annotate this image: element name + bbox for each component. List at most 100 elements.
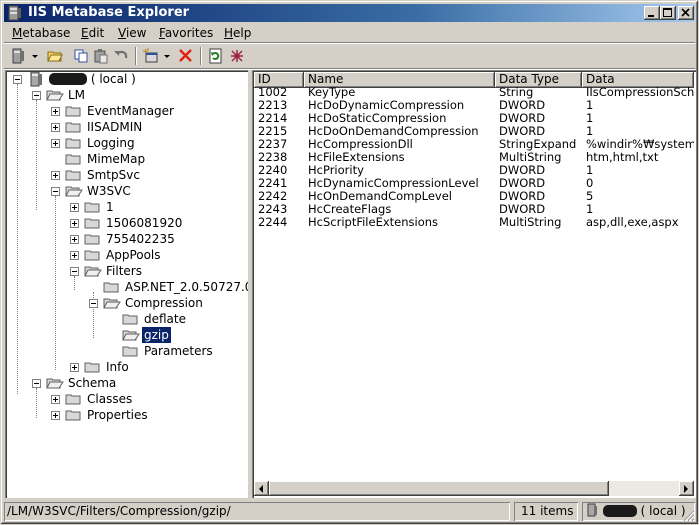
- tree-node-deflate[interactable]: deflate: [108, 311, 248, 327]
- refresh-button[interactable]: [207, 47, 225, 65]
- menu-help[interactable]: Help: [220, 25, 255, 41]
- tree-node-site-755402235[interactable]: 755402235: [70, 231, 246, 247]
- expand-icon[interactable]: [51, 139, 60, 148]
- tree-node-properties[interactable]: Properties: [51, 407, 246, 423]
- close-button[interactable]: [678, 6, 694, 20]
- tree-node-w3svc[interactable]: W3SVC: [51, 183, 246, 199]
- tree-node-apppools[interactable]: AppPools: [70, 247, 246, 263]
- tree-node-site-1506081920[interactable]: 1506081920: [70, 215, 246, 231]
- status-bar: /LM/W3SVC/Filters/Compression/gzip/ 11 i…: [4, 501, 695, 522]
- scrollbar-thumb[interactable]: [269, 481, 609, 496]
- folder-icon: [84, 234, 100, 245]
- folder-icon: [65, 410, 81, 421]
- tree-node-label: ASP.NET_2.0.50727.0: [125, 280, 248, 294]
- folder-icon: [84, 218, 100, 229]
- menu-metabase[interactable]: Metabase: [8, 25, 74, 41]
- collapse-icon[interactable]: [13, 75, 22, 84]
- table-row[interactable]: 2213 HcDoDynamicCompression DWORD 1: [254, 99, 694, 112]
- tree-node-parameters[interactable]: Parameters: [108, 343, 248, 359]
- cell-name: KeyType: [308, 86, 356, 99]
- tree-node-logging[interactable]: Logging: [51, 135, 246, 151]
- tree-node-aspnet-filter[interactable]: ASP.NET_2.0.50727.0: [89, 279, 248, 295]
- collapse-icon[interactable]: [32, 91, 41, 100]
- tree-node-iisadmin[interactable]: IISADMIN: [51, 119, 246, 135]
- table-row[interactable]: 1002 KeyType String IIsCompressionSch: [254, 86, 694, 99]
- cell-id: 2242: [258, 190, 288, 203]
- cell-id: 2213: [258, 99, 288, 112]
- cell-type: MultiString: [499, 216, 562, 229]
- tree-node-info[interactable]: Info: [70, 359, 246, 375]
- expand-icon[interactable]: [70, 219, 79, 228]
- table-row[interactable]: 2243 HcCreateFlags DWORD 1: [254, 203, 694, 216]
- folder-icon: [65, 138, 81, 149]
- table-row[interactable]: 2240 HcPriority DWORD 1: [254, 164, 694, 177]
- tree-node-site-1[interactable]: 1: [70, 199, 246, 215]
- paste-button[interactable]: [92, 47, 110, 65]
- menu-view[interactable]: View: [114, 25, 150, 41]
- scroll-right-button[interactable]: [679, 481, 694, 496]
- tree-node-gzip[interactable]: gzip: [108, 326, 248, 344]
- horizontal-scrollbar[interactable]: [254, 481, 694, 496]
- connect-button[interactable]: [9, 47, 27, 65]
- tree-node-smtpsvc[interactable]: SmtpSvc: [51, 167, 246, 183]
- open-button[interactable]: [46, 47, 64, 65]
- collapse-icon[interactable]: [70, 267, 79, 276]
- table-row[interactable]: 2242 HcOnDemandCompLevel DWORD 5: [254, 190, 694, 203]
- collapse-icon[interactable]: [89, 299, 98, 308]
- expand-icon[interactable]: [51, 107, 60, 116]
- tree-node-root[interactable]: ( local ): [13, 71, 248, 87]
- menu-favorites[interactable]: Favorites: [155, 25, 217, 41]
- paste-icon: [94, 49, 108, 64]
- maximize-button[interactable]: [660, 6, 676, 20]
- cell-data: IIsCompressionSch: [586, 86, 694, 99]
- title-bar[interactable]: IIS Metabase Explorer: [4, 4, 695, 22]
- scroll-left-button[interactable]: [254, 481, 269, 496]
- undo-button[interactable]: [112, 47, 130, 65]
- collapse-icon[interactable]: [32, 379, 41, 388]
- minimize-icon: [648, 15, 654, 17]
- table-row[interactable]: 2215 HcDoOnDemandCompression DWORD 1: [254, 125, 694, 138]
- tree-node-filters[interactable]: Filters: [70, 263, 246, 279]
- expand-icon[interactable]: [51, 171, 60, 180]
- server-icon: [30, 71, 42, 87]
- copy-button[interactable]: [72, 47, 90, 65]
- cell-data: 1: [586, 125, 594, 138]
- expand-icon[interactable]: [70, 251, 79, 260]
- network-icon: [231, 50, 243, 62]
- new-key-button[interactable]: [142, 47, 160, 65]
- cell-data: 0: [586, 177, 594, 190]
- cell-name: HcDoStaticCompression: [308, 112, 447, 125]
- tree-node-mimemap[interactable]: MimeMap: [51, 151, 246, 167]
- table-row[interactable]: 2244 HcScriptFileExtensions MultiString …: [254, 216, 694, 229]
- minimize-button[interactable]: [644, 6, 660, 20]
- menu-edit[interactable]: Edit: [77, 25, 108, 41]
- tree-node-eventmanager[interactable]: EventManager: [51, 103, 246, 119]
- network-button[interactable]: [228, 47, 246, 65]
- expand-icon[interactable]: [70, 235, 79, 244]
- connect-dropdown[interactable]: [31, 47, 39, 65]
- cell-data: 5: [586, 190, 594, 203]
- table-row[interactable]: 2214 HcDoStaticCompression DWORD 1: [254, 112, 694, 125]
- expand-icon[interactable]: [70, 203, 79, 212]
- status-machine: ( local ): [582, 502, 695, 521]
- table-row[interactable]: 2241 HcDynamicCompressionLevel DWORD 0: [254, 177, 694, 190]
- expand-icon[interactable]: [51, 411, 60, 420]
- collapse-icon[interactable]: [51, 187, 60, 196]
- table-row[interactable]: 2238 HcFileExtensions MultiString htm,ht…: [254, 151, 694, 164]
- tree-node-label: LM: [68, 88, 86, 102]
- table-row[interactable]: 2237 HcCompressionDll StringExpand %wind…: [254, 138, 694, 151]
- new-dropdown[interactable]: [163, 47, 171, 65]
- expand-icon[interactable]: [70, 363, 79, 372]
- expand-icon[interactable]: [51, 395, 60, 404]
- resize-grip-icon[interactable]: [683, 510, 695, 522]
- cell-name: HcDoDynamicCompression: [308, 99, 465, 112]
- tree-node-compression[interactable]: Compression: [89, 295, 248, 311]
- delete-button[interactable]: [177, 47, 195, 65]
- tree-node-lm[interactable]: LM: [32, 87, 242, 103]
- tree-node-classes[interactable]: Classes: [51, 391, 246, 407]
- cell-id: 2214: [258, 112, 288, 125]
- tree-node-schema[interactable]: Schema: [32, 375, 242, 391]
- expand-icon[interactable]: [51, 123, 60, 132]
- tree-view[interactable]: ( local ) LM EventManager IISADMIN Loggi…: [5, 70, 248, 498]
- property-list[interactable]: ID Name Data Type Data 1002 KeyType Stri…: [252, 70, 696, 498]
